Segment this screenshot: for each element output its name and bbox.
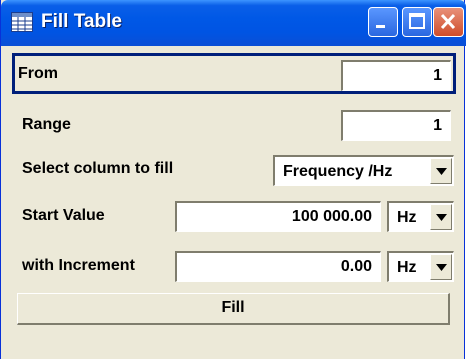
close-button[interactable] xyxy=(433,7,464,37)
increment-label: with Increment xyxy=(22,257,135,274)
range-label: Range xyxy=(22,116,71,133)
increment-unit-value: Hz xyxy=(397,259,417,276)
fill-button[interactable]: Fill xyxy=(17,293,450,325)
column-select[interactable]: Frequency /Hz xyxy=(273,155,454,186)
fill-table-window: Fill Table From 1 Range 1 Select column … xyxy=(0,0,466,359)
column-label: Select column to fill xyxy=(22,160,174,177)
start-value-label: Start Value xyxy=(22,207,105,224)
increment-unit-dropdown-button[interactable] xyxy=(430,254,452,280)
increment-field[interactable]: 0.00 xyxy=(175,251,381,282)
chevron-down-icon xyxy=(436,264,447,271)
chevron-down-icon xyxy=(436,168,447,175)
title-bar[interactable]: Fill Table xyxy=(1,0,466,46)
column-dropdown-button[interactable] xyxy=(430,158,452,184)
table-icon xyxy=(11,12,33,32)
range-field[interactable]: 1 xyxy=(341,110,451,141)
minimize-button[interactable] xyxy=(368,7,398,37)
chevron-down-icon xyxy=(436,214,447,221)
column-select-value: Frequency /Hz xyxy=(283,163,393,180)
increment-unit-select[interactable]: Hz xyxy=(387,251,454,282)
window-title: Fill Table xyxy=(41,11,122,32)
from-label: From xyxy=(18,65,58,82)
start-unit-value: Hz xyxy=(397,209,417,226)
start-value-field[interactable]: 100 000.00 xyxy=(175,201,381,232)
close-icon xyxy=(440,13,456,30)
maximize-button[interactable] xyxy=(402,7,432,37)
from-field[interactable]: 1 xyxy=(341,60,451,91)
maximize-icon xyxy=(409,13,425,29)
start-unit-select[interactable]: Hz xyxy=(387,201,454,232)
minimize-icon xyxy=(376,25,385,28)
start-unit-dropdown-button[interactable] xyxy=(430,204,452,230)
